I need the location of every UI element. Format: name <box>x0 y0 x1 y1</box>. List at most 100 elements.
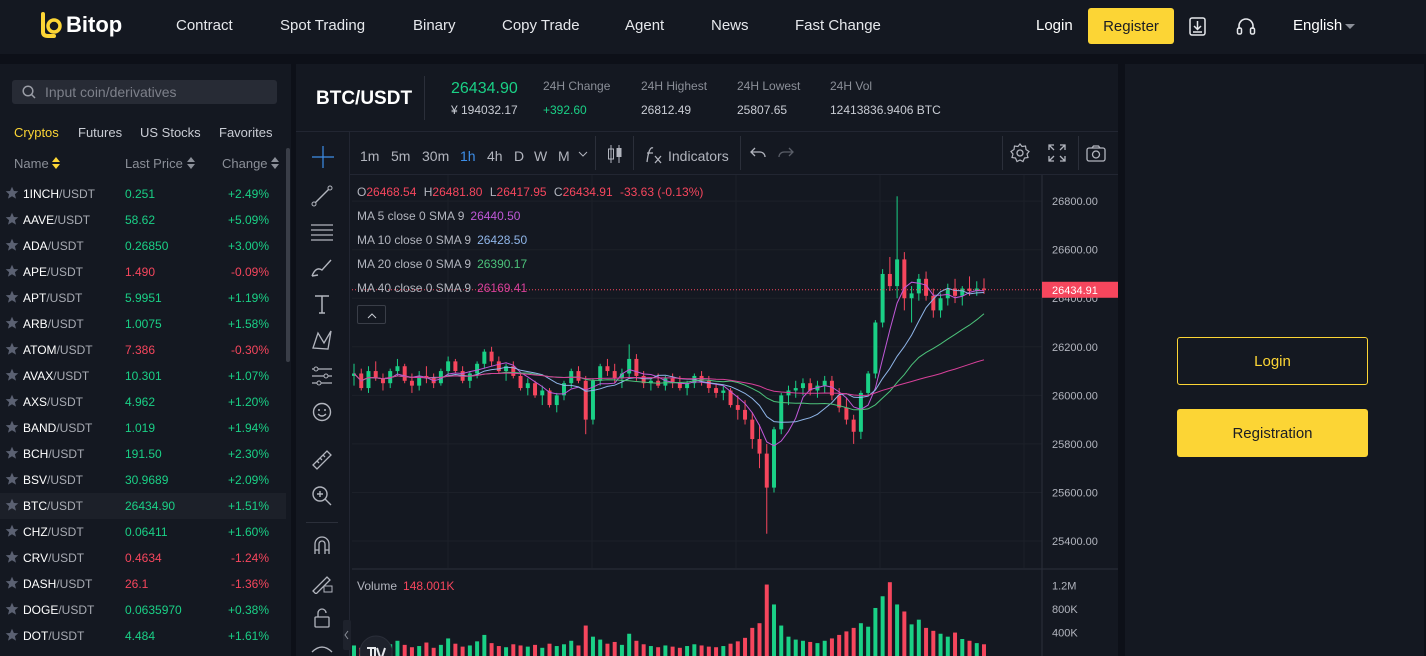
ma-legend-4[interactable]: MA 40 close 0 SMA 9 26169.41 <box>357 281 527 295</box>
volume-bar[interactable] <box>352 645 356 656</box>
candle-body[interactable] <box>938 298 943 311</box>
interval-1h[interactable]: 1h <box>460 148 476 164</box>
volume-bar[interactable] <box>518 645 523 656</box>
volume-bar[interactable] <box>909 624 914 656</box>
ma-legend-3[interactable]: MA 20 close 0 SMA 9 26390.17 <box>357 257 527 271</box>
market-row[interactable]: AVAX/USDT 10.301 +1.07% <box>0 363 286 389</box>
candle-body[interactable] <box>764 453 769 488</box>
volume-bar[interactable] <box>699 645 704 656</box>
text-tool-icon[interactable] <box>310 292 334 316</box>
volume-bar[interactable] <box>953 632 958 656</box>
candle-body[interactable] <box>757 439 762 454</box>
volume-bar[interactable] <box>619 644 624 656</box>
market-row[interactable]: BTC/USDT 26434.90 +1.51% <box>0 493 286 519</box>
volume-bar[interactable] <box>887 582 892 656</box>
star-icon[interactable] <box>5 628 19 642</box>
star-icon[interactable] <box>5 316 19 330</box>
interval-4h[interactable]: 4h <box>487 148 503 164</box>
volume-bar[interactable] <box>467 645 472 656</box>
candle-body[interactable] <box>743 409 748 420</box>
market-row[interactable]: DASH/USDT 26.1 -1.36% <box>0 571 286 597</box>
volume-bar[interactable] <box>656 647 661 656</box>
candle-body[interactable] <box>779 395 784 430</box>
market-row[interactable]: DOGE/USDT 0.0635970 +0.38% <box>0 597 286 623</box>
candle-body[interactable] <box>677 383 682 389</box>
candle-body[interactable] <box>576 371 581 381</box>
unlock-icon[interactable] <box>310 606 334 630</box>
candle-body[interactable] <box>533 383 538 396</box>
market-row[interactable]: ARB/USDT 1.0075 +1.58% <box>0 311 286 337</box>
star-icon[interactable] <box>5 576 19 590</box>
volume-bar[interactable] <box>554 646 559 656</box>
candle-body[interactable] <box>663 378 668 386</box>
header-login-button[interactable]: Login <box>1036 17 1073 34</box>
volume-bar[interactable] <box>822 640 827 656</box>
interval-1m[interactable]: 1m <box>360 148 379 164</box>
star-icon[interactable] <box>5 264 19 278</box>
download-icon[interactable] <box>1189 17 1206 36</box>
volume-bar[interactable] <box>743 637 748 656</box>
market-row[interactable]: CHZ/USDT 0.06411 +1.60% <box>0 519 286 545</box>
volume-bar[interactable] <box>431 647 436 656</box>
candle-body[interactable] <box>554 395 559 406</box>
interval-d[interactable]: D <box>514 148 524 164</box>
volume-bar[interactable] <box>547 643 552 656</box>
market-row[interactable]: BCH/USDT 191.50 +2.30% <box>0 441 286 467</box>
candle-body[interactable] <box>960 288 965 296</box>
fullscreen-icon[interactable] <box>1048 144 1066 162</box>
star-icon[interactable] <box>5 342 19 356</box>
star-icon[interactable] <box>5 524 19 538</box>
volume-bar[interactable] <box>446 638 451 656</box>
volume-bar[interactable] <box>902 611 907 656</box>
candle-body[interactable] <box>858 392 863 432</box>
market-row[interactable]: ATOM/USDT 7.386 -0.30% <box>0 337 286 363</box>
volume-bar[interactable] <box>800 640 805 656</box>
volume-bar[interactable] <box>873 607 878 656</box>
candle-body[interactable] <box>822 380 827 386</box>
volume-bar[interactable] <box>728 643 733 656</box>
volume-bar[interactable] <box>895 604 900 656</box>
volume-bar[interactable] <box>395 640 400 656</box>
volume-bar[interactable] <box>663 645 668 656</box>
volume-bar[interactable] <box>460 646 465 656</box>
candle-body[interactable] <box>772 429 776 488</box>
search-input[interactable]: Input coin/derivatives <box>12 80 277 104</box>
horizontal-lines-icon[interactable] <box>310 220 334 244</box>
star-icon[interactable] <box>5 550 19 564</box>
sort-icon[interactable] <box>187 157 195 169</box>
candle-body[interactable] <box>489 351 494 362</box>
candle-body[interactable] <box>605 366 610 372</box>
candle-body[interactable] <box>706 380 711 389</box>
market-row[interactable]: BSV/USDT 30.9689 +2.09% <box>0 467 286 493</box>
candle-body[interactable] <box>880 273 885 323</box>
logo[interactable]: Bitop <box>40 12 122 38</box>
volume-bar[interactable] <box>924 627 929 656</box>
volume-bar[interactable] <box>757 623 762 656</box>
star-icon[interactable] <box>5 394 19 408</box>
volume-bar[interactable] <box>692 644 697 656</box>
star-icon[interactable] <box>5 238 19 252</box>
col-change-header[interactable]: Change <box>222 156 268 171</box>
candle-body[interactable] <box>793 388 798 391</box>
market-row[interactable]: DOT/USDT 4.484 +1.61% <box>0 623 286 649</box>
star-icon[interactable] <box>5 446 19 460</box>
star-icon[interactable] <box>5 602 19 616</box>
candle-body[interactable] <box>887 273 892 287</box>
candle-body[interactable] <box>909 293 914 299</box>
nav-contract[interactable]: Contract <box>176 17 233 34</box>
volume-bar[interactable] <box>504 647 509 656</box>
volume-bar[interactable] <box>844 631 849 656</box>
volume-bar[interactable] <box>612 641 617 656</box>
volume-bar[interactable] <box>866 626 871 656</box>
volume-bar[interactable] <box>714 647 719 656</box>
ma-legend-2[interactable]: MA 10 close 0 SMA 9 26428.50 <box>357 233 527 247</box>
volume-bar[interactable] <box>982 644 986 656</box>
market-row[interactable]: BAND/USDT 1.019 +1.94% <box>0 415 286 441</box>
volume-bar[interactable] <box>808 641 813 656</box>
interval-5m[interactable]: 5m <box>391 148 410 164</box>
volume-bar[interactable] <box>562 644 566 656</box>
magnet-icon[interactable] <box>310 534 334 558</box>
nav-fast-change[interactable]: Fast Change <box>795 17 881 34</box>
headset-icon[interactable] <box>1236 17 1256 36</box>
market-row[interactable]: AXS/USDT 4.962 +1.20% <box>0 389 286 415</box>
